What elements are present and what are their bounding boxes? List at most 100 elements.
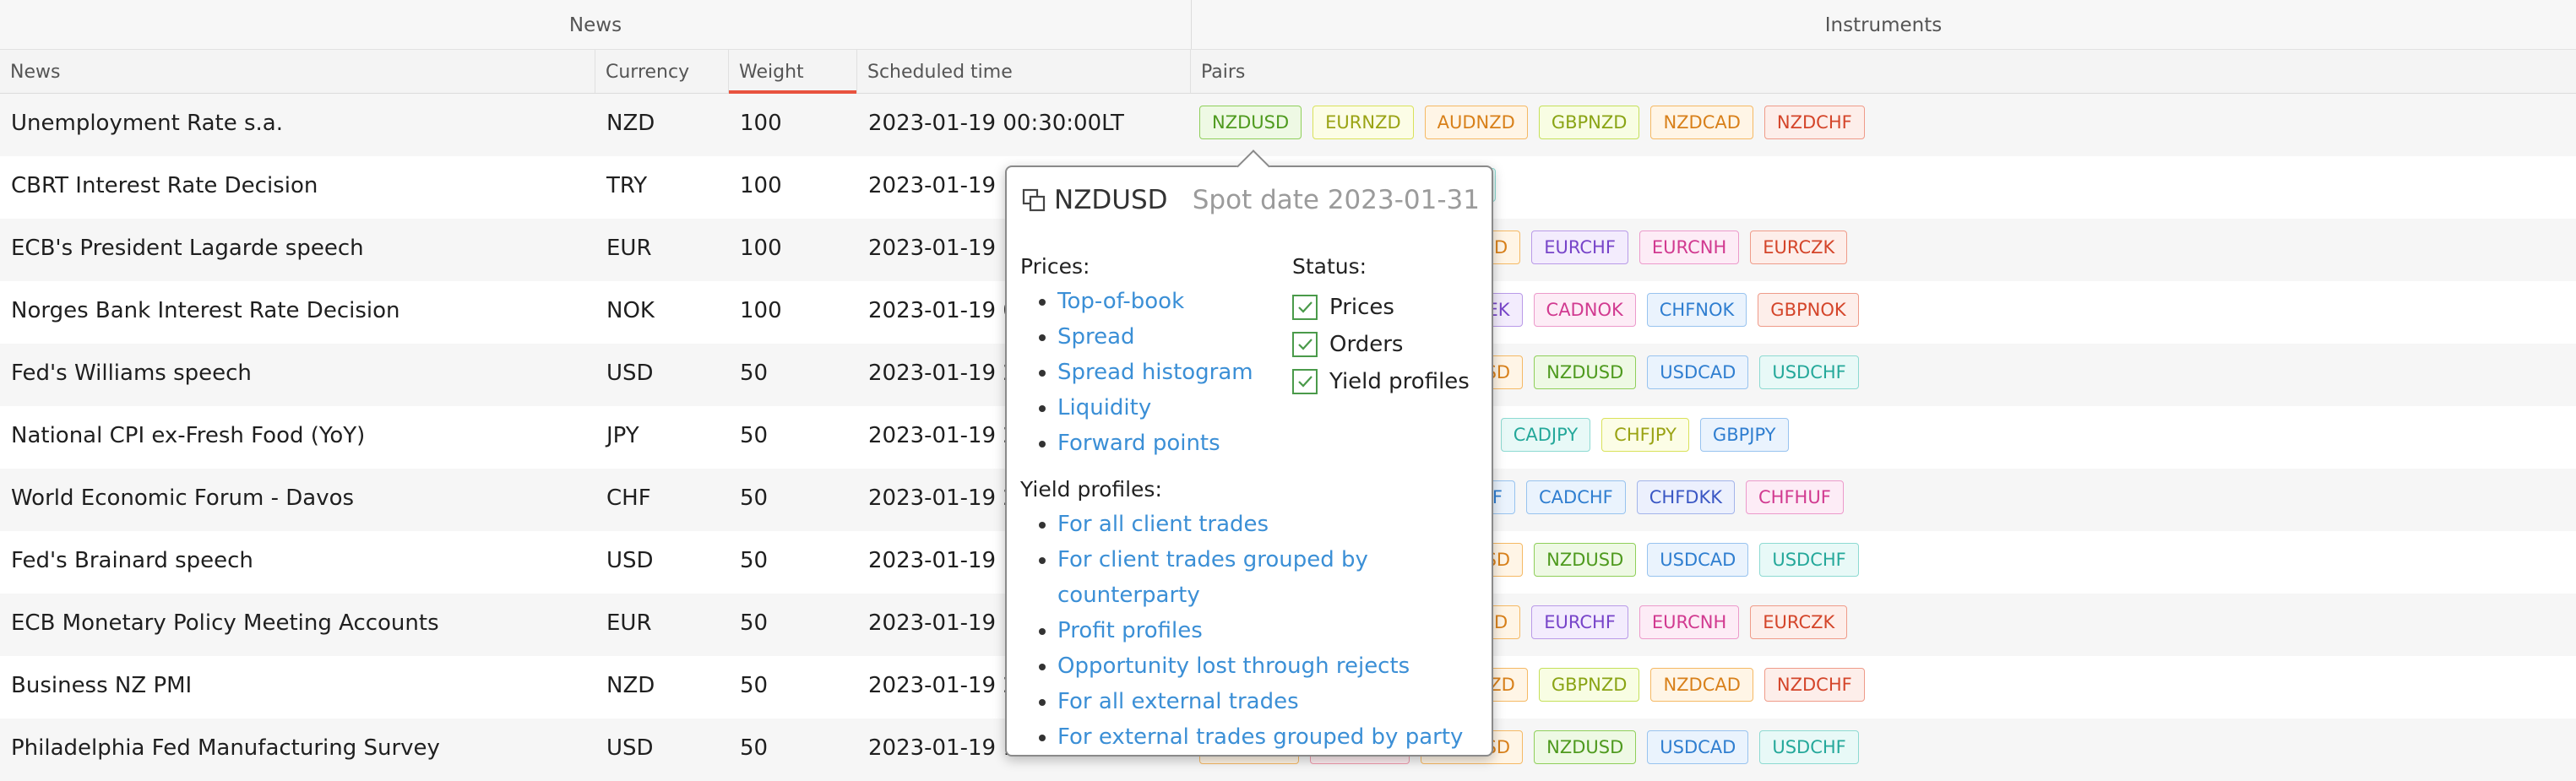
popup-header: NZDUSD Spot date 2023-01-31 [1022,179,1480,221]
pair-chip[interactable]: NZDCHF [1764,667,1865,702]
yield-profile-item: Profit profiles [1057,613,1492,648]
currency-cell: JPY [606,423,639,448]
prices-link[interactable]: Liquidity [1057,395,1151,420]
pair-chip[interactable]: EURCNH [1639,230,1740,264]
currency-cell: NZD [606,111,655,136]
status-item[interactable]: Yield profiles [1292,363,1470,400]
col-header-news[interactable]: News [0,50,595,93]
pair-chip[interactable]: NZDUSD [1199,105,1302,139]
col-header-weight-label: Weight [739,62,804,83]
yield-profile-link[interactable]: For client trades grouped by counterpart… [1057,547,1368,608]
currency-cell: CHF [606,485,651,511]
pair-chip[interactable]: CHFDKK [1636,480,1735,514]
status-checkbox[interactable] [1292,295,1318,320]
prices-item: Top-of-book [1057,284,1253,319]
pair-chip[interactable]: NZDUSD [1534,542,1637,577]
status-item[interactable]: Orders [1292,326,1470,363]
prices-link-list: Top-of-book Spread Spread histogram Liquidi… [1024,284,1253,461]
news-cell: National CPI ex-Fresh Food (YoY) [11,423,366,448]
table-row[interactable]: Unemployment Rate s.a. NZD 100 2023-01-19 0… [0,94,2576,156]
prices-label: Prices: [1020,254,1090,279]
weight-cell: 50 [740,610,769,636]
prices-link[interactable]: Top-of-book [1057,289,1184,314]
yield-profile-link[interactable]: For all external trades [1057,689,1299,714]
weight-cell: 50 [740,361,769,386]
weight-cell: 100 [740,236,782,261]
prices-item: Spread histogram [1057,355,1253,390]
col-header-time[interactable]: Scheduled time [857,50,1191,93]
status-checkbox[interactable] [1292,369,1318,394]
pair-chip[interactable]: CADJPY [1500,417,1591,452]
pair-chip[interactable]: USDCHF [1759,729,1859,764]
currency-cell: NOK [606,298,655,323]
yield-profile-link[interactable]: Opportunity lost through rejects [1057,654,1410,679]
status-item-label: Yield profiles [1329,369,1470,394]
pair-chip[interactable]: CHFNOK [1646,292,1747,327]
col-header-currency[interactable]: Currency [595,50,729,93]
yield-profiles-label: Yield profiles: [1020,477,1162,502]
weight-cell: 50 [740,548,769,573]
pair-chip[interactable]: USDCHF [1759,542,1859,577]
pair-chip[interactable]: CHFJPY [1601,417,1689,452]
currency-cell: USD [606,548,654,573]
instrument-popup: NZDUSD Spot date 2023-01-31 Prices: Top-… [1005,149,1493,757]
weight-cell: 50 [740,423,769,448]
pair-chip[interactable]: USDCAD [1647,542,1749,577]
prices-link[interactable]: Spread histogram [1057,360,1253,385]
pairs-cell: NZDUSD EURNZD AUDNZD GBPNZD NZDCAD NZDCHF [1191,94,2576,156]
news-cell: Norges Bank Interest Rate Decision [11,298,400,323]
pair-chip[interactable]: EURCZK [1750,605,1848,639]
pair-chip[interactable]: NZDCAD [1650,105,1753,139]
pair-chip[interactable]: EURCNH [1639,605,1740,639]
pair-chip[interactable]: EURNZD [1312,105,1414,139]
pair-chip[interactable]: AUDNZD [1424,105,1528,139]
yield-profile-link[interactable]: For external trades grouped by party [1057,724,1463,750]
status-checkbox[interactable] [1292,332,1318,357]
status-item-label: Orders [1329,332,1404,357]
news-cell: Business NZ PMI [11,673,193,698]
pair-chip[interactable]: CADCHF [1526,480,1626,514]
weight-cell: 50 [740,673,769,698]
prices-link[interactable]: Spread [1057,324,1135,350]
pair-chip[interactable]: NZDCHF [1764,105,1865,139]
pair-chip[interactable]: USDCAD [1647,729,1749,764]
column-header-row: News Currency Weight Scheduled time Pair… [0,50,2576,95]
pair-chip[interactable]: EURCHF [1531,230,1628,264]
weight-cell: 50 [740,735,769,761]
pair-chip[interactable]: EURCHF [1531,605,1628,639]
news-cell: Fed's Brainard speech [11,548,253,573]
yield-profile-link[interactable]: Profit profiles [1057,618,1203,643]
pair-chip[interactable]: GBPNZD [1538,105,1640,139]
pair-chip[interactable]: GBPNZD [1538,667,1640,702]
popup-title-text: NZDUSD [1054,185,1168,215]
prices-link[interactable]: Forward points [1057,431,1220,456]
news-cell: ECB Monetary Policy Meeting Accounts [11,610,439,636]
pair-chip[interactable]: NZDUSD [1534,729,1637,764]
yield-profiles-link-list: For all client trades For client trades g… [1024,507,1492,755]
status-list: Prices Orders Yield profiles [1292,289,1470,400]
status-item[interactable]: Prices [1292,289,1470,326]
status-label: Status: [1292,254,1367,279]
pair-chip[interactable]: USDCHF [1759,355,1859,389]
yield-profile-item: For all client trades [1057,507,1492,542]
pair-chip[interactable]: CHFHUF [1746,480,1844,514]
pair-chip[interactable]: USDCAD [1647,355,1749,389]
pair-chip[interactable]: GBPJPY [1699,417,1789,452]
yield-profile-link[interactable]: For all client trades [1057,512,1269,537]
group-header-news: News [568,14,622,36]
group-header-instruments: Instruments [1824,14,1943,36]
pair-chip[interactable]: NZDUSD [1534,355,1637,389]
news-cell: World Economic Forum - Davos [11,485,355,511]
col-header-weight[interactable]: Weight [729,50,857,95]
yield-profile-item: For external trades grouped by party [1057,719,1492,755]
col-header-pairs[interactable]: Pairs [1191,50,2576,93]
pair-chip[interactable]: EURCZK [1750,230,1848,264]
pair-chip[interactable]: GBPNOK [1758,292,1859,327]
pair-chip[interactable]: CADNOK [1533,292,1636,327]
news-cell: ECB's President Lagarde speech [11,236,364,261]
scheduled-time-cell: 2023-01-19 00:30:00LT [868,111,1124,136]
pair-chip[interactable]: NZDCAD [1650,667,1753,702]
check-icon [1298,376,1312,388]
copy-icon[interactable] [1022,188,1046,212]
weight-cell: 100 [740,298,782,323]
